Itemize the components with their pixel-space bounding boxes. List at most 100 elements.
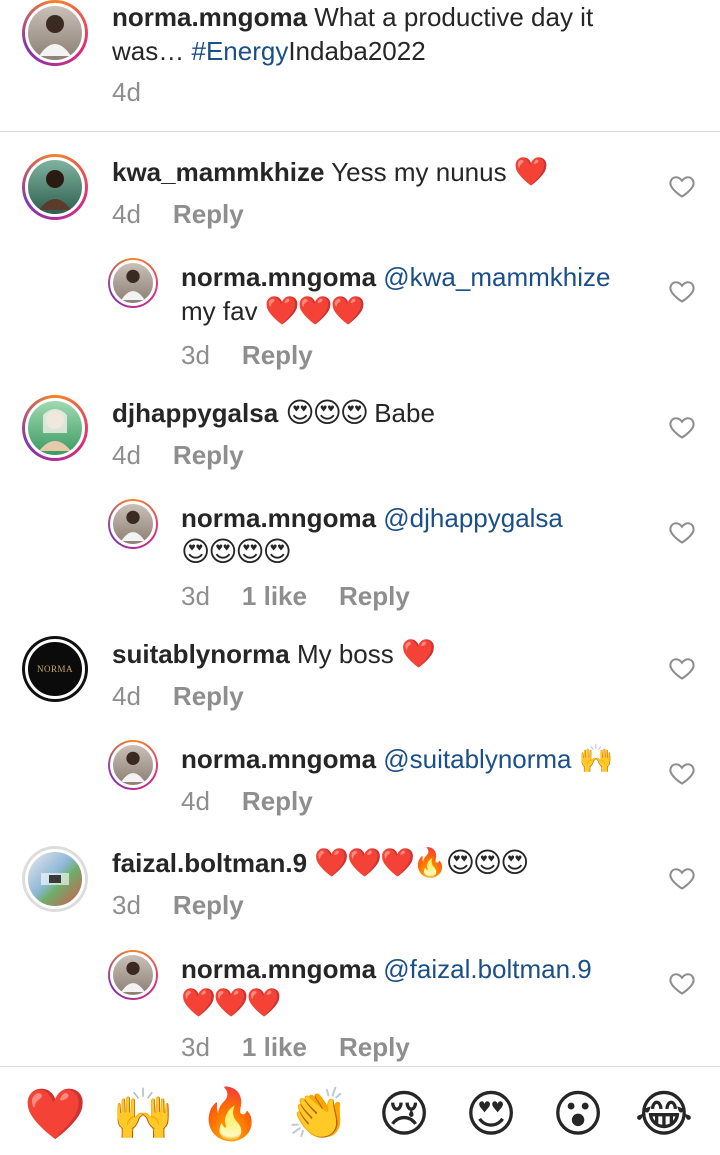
reply-emoji: ❤️❤️❤️	[181, 987, 282, 1018]
post-time: 4d	[112, 77, 141, 107]
reply-emoji: ❤️❤️❤️	[264, 295, 366, 326]
reply-body: norma.mngoma @djhappygalsa 😍😍😍😍	[181, 501, 651, 569]
post-author-avatar[interactable]	[22, 0, 88, 66]
like-heart-icon[interactable]	[668, 277, 696, 305]
comment-meta: 4d Reply	[112, 440, 244, 471]
comment-body: kwa_mammkhize Yess my nunus ❤️	[112, 155, 652, 189]
person-photo-icon	[121, 751, 145, 782]
person-photo-icon	[121, 510, 145, 541]
person-photo-icon	[39, 409, 71, 451]
hashtag-link[interactable]: #Energy	[191, 36, 288, 66]
comment-time: 3d	[112, 890, 141, 920]
reply-button[interactable]: Reply	[339, 1032, 410, 1063]
like-heart-icon[interactable]	[668, 172, 696, 200]
reply-meta: 3d 1 like Reply	[181, 1032, 410, 1063]
like-heart-icon[interactable]	[668, 654, 696, 682]
comment-meta: 4d Reply	[112, 199, 244, 230]
reaction-laughing-button[interactable]: 😂	[634, 1084, 694, 1144]
mention-link[interactable]: @kwa_mammkhize	[383, 262, 610, 292]
post-caption: norma.mngoma What a productive day it wa…	[112, 0, 672, 68]
like-heart-icon[interactable]	[668, 518, 696, 546]
like-heart-icon[interactable]	[668, 864, 696, 892]
reply-text: my fav	[181, 296, 258, 326]
mention-link[interactable]: @suitablynorma	[383, 744, 571, 774]
reply-username[interactable]: norma.mngoma	[181, 954, 376, 984]
reply-button[interactable]: Reply	[173, 199, 244, 230]
reply-button[interactable]: Reply	[242, 340, 313, 371]
reply-button[interactable]: Reply	[173, 681, 244, 712]
reply-meta: 4d Reply	[181, 786, 313, 817]
reply-emoji: 🙌	[578, 743, 614, 774]
comment-emoji: 😍😍😍	[285, 397, 369, 428]
comment-time: 4d	[112, 681, 141, 711]
reply-emoji: 😍😍😍😍	[181, 536, 292, 567]
reaction-heart-button[interactable]: ❤️	[24, 1084, 86, 1144]
comment-avatar[interactable]	[22, 846, 88, 912]
reply-body: norma.mngoma @suitablynorma 🙌	[181, 742, 651, 776]
comment-emoji: ❤️	[513, 156, 549, 187]
comment-username[interactable]: suitablynorma	[112, 639, 290, 669]
comment-meta: 3d Reply	[112, 890, 244, 921]
reply-avatar[interactable]	[108, 950, 158, 1000]
reply-likes[interactable]: 1 like	[242, 581, 307, 612]
comment-avatar[interactable]	[22, 154, 88, 220]
comment-time: 4d	[112, 199, 141, 229]
reaction-crying-button[interactable]: 😢	[374, 1084, 434, 1144]
comment-body: faizal.boltman.9 ❤️❤️❤️🔥😍😍😍	[112, 846, 652, 880]
comment-username[interactable]: faizal.boltman.9	[112, 848, 307, 878]
mention-link[interactable]: @djhappygalsa	[383, 503, 563, 533]
comment-body: suitablynorma My boss ❤️	[112, 637, 652, 671]
like-heart-icon[interactable]	[668, 759, 696, 787]
comment-username[interactable]: djhappygalsa	[112, 398, 278, 428]
reply-button[interactable]: Reply	[173, 440, 244, 471]
like-heart-icon[interactable]	[668, 413, 696, 441]
reply-meta: 3d Reply	[181, 340, 313, 371]
person-photo-icon	[121, 269, 145, 300]
post-username[interactable]: norma.mngoma	[112, 2, 307, 32]
person-photo-icon	[39, 170, 71, 210]
person-photo-icon	[121, 961, 145, 992]
mention-link[interactable]: @faizal.boltman.9	[383, 954, 592, 984]
reply-time: 3d	[181, 581, 210, 611]
quick-reaction-bar: ❤️ 🙌 🔥 👏 😢 😍 😮 😂	[0, 1068, 720, 1155]
comment-emoji: ❤️❤️❤️🔥😍😍😍	[314, 847, 529, 878]
reply-meta: 3d 1 like Reply	[181, 581, 410, 612]
reply-button[interactable]: Reply	[242, 786, 313, 817]
comment-avatar[interactable]	[22, 395, 88, 461]
caption-text-2: was…	[112, 36, 185, 66]
reply-time: 4d	[181, 786, 210, 816]
reply-body: norma.mngoma @kwa_mammkhize my fav ❤️❤️❤…	[181, 260, 651, 328]
comment-avatar[interactable]: NORMA	[22, 636, 88, 702]
reply-username[interactable]: norma.mngoma	[181, 503, 376, 533]
reply-likes[interactable]: 1 like	[242, 1032, 307, 1063]
comment-text: My boss	[296, 639, 394, 669]
reply-button[interactable]: Reply	[173, 890, 244, 921]
reaction-bar-divider	[0, 1066, 720, 1067]
comment-username[interactable]: kwa_mammkhize	[112, 157, 324, 187]
comment-time: 4d	[112, 440, 141, 470]
comment-text: Babe	[374, 398, 435, 428]
reaction-heart-eyes-button[interactable]: 😍	[461, 1084, 521, 1144]
reply-username[interactable]: norma.mngoma	[181, 262, 376, 292]
reply-avatar[interactable]	[108, 258, 158, 308]
comment-emoji: ❤️	[401, 638, 436, 669]
flag-graphic-icon	[41, 873, 69, 885]
divider	[0, 131, 720, 132]
comment-meta: 4d Reply	[112, 681, 244, 712]
reply-avatar[interactable]	[108, 740, 158, 790]
reaction-surprised-button[interactable]: 😮	[548, 1084, 608, 1144]
reaction-clap-button[interactable]: 👏	[287, 1084, 349, 1144]
caption-text-3: Indaba2022	[288, 36, 426, 66]
like-heart-icon[interactable]	[668, 969, 696, 997]
reaction-fire-button[interactable]: 🔥	[199, 1084, 261, 1144]
brand-logo: NORMA	[36, 664, 73, 674]
reply-button[interactable]: Reply	[339, 581, 410, 612]
post-meta: 4d	[112, 77, 141, 108]
reply-time: 3d	[181, 340, 210, 370]
reply-time: 3d	[181, 1032, 210, 1062]
reaction-raised-hands-button[interactable]: 🙌	[112, 1084, 174, 1144]
reply-avatar[interactable]	[108, 499, 158, 549]
comment-body: djhappygalsa 😍😍😍 Babe	[112, 396, 652, 430]
person-photo-icon	[39, 15, 71, 56]
reply-username[interactable]: norma.mngoma	[181, 744, 376, 774]
